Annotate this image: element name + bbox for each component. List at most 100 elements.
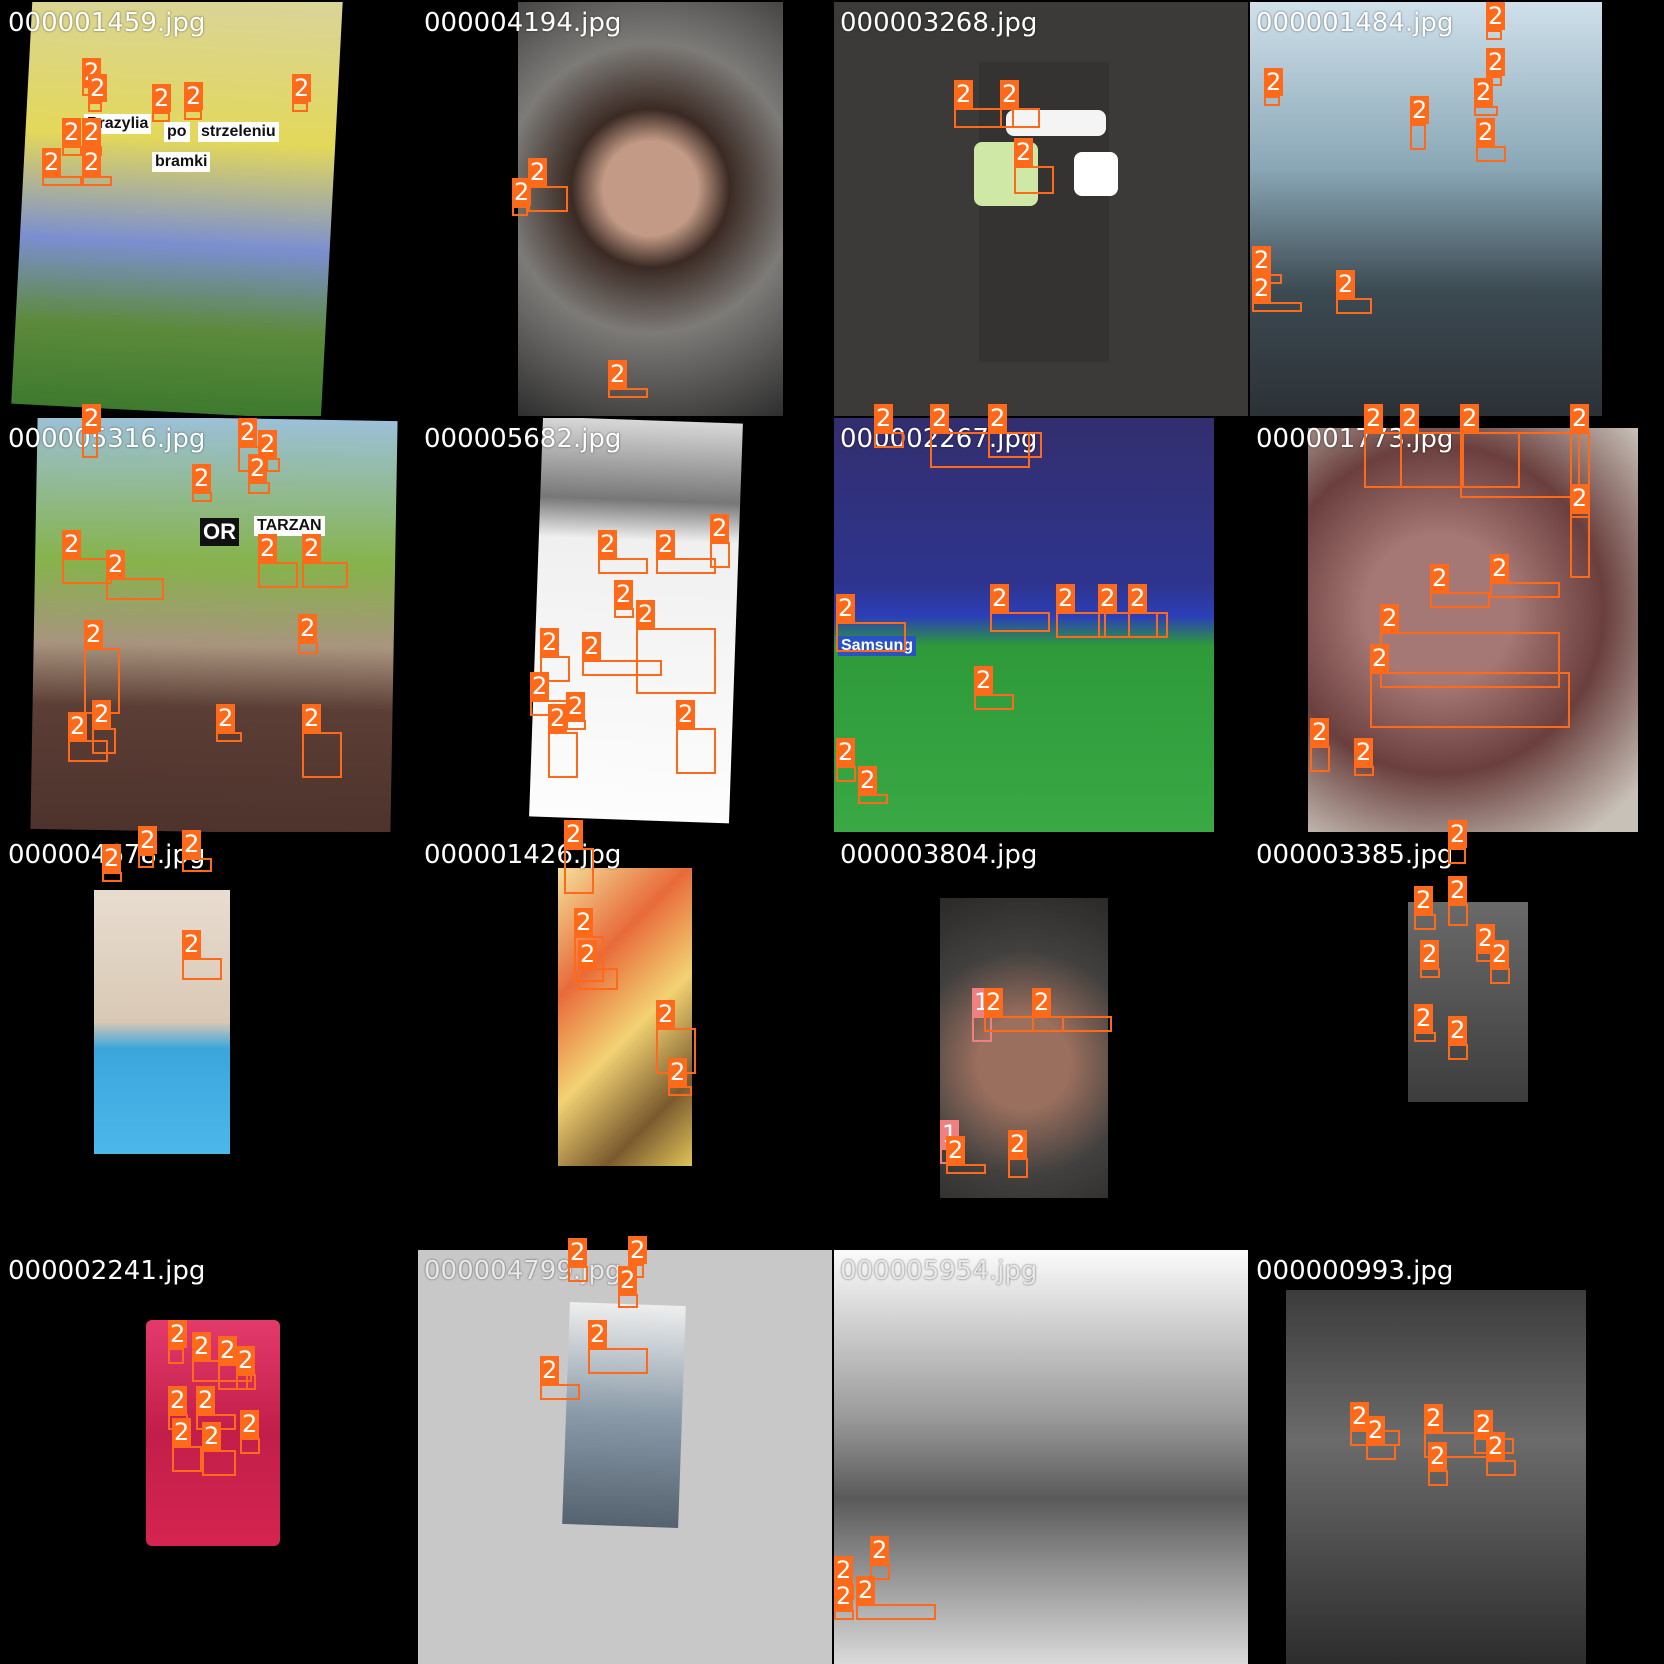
tile-filename: 000003804.jpg (840, 840, 1038, 870)
detection-class-label: 2 (834, 1556, 854, 1584)
detection-box (676, 728, 716, 774)
tile-14: 000004799.jpg (418, 1250, 832, 1664)
tile-filename: 000003268.jpg (840, 8, 1038, 38)
detection-class-label: 2 (574, 908, 594, 936)
detection-box (598, 558, 648, 574)
detection-box (1430, 592, 1490, 608)
detection-box (1428, 1470, 1448, 1486)
tile-6: 000005682.jpg (418, 418, 832, 832)
detection-class-label: 2 (1252, 246, 1272, 274)
detection-class-label: 2 (1098, 584, 1118, 612)
detection-class-label: 2 (1370, 644, 1390, 672)
detection-class-label: 2 (946, 1136, 966, 1164)
detection-class-label: 2 (1008, 1130, 1028, 1158)
detection-box (836, 766, 856, 782)
detection-class-label: 2 (1014, 138, 1034, 166)
detection-class-label: 2 (710, 514, 730, 542)
detection-box (1008, 1158, 1028, 1178)
detection-class-label: 2 (102, 844, 122, 872)
detection-box (62, 558, 112, 584)
detection-box (710, 542, 730, 568)
tile-filename: 000004194.jpg (424, 8, 622, 38)
detection-class-label: 2 (1056, 584, 1076, 612)
detection-class-label: 2 (152, 84, 172, 112)
detection-class-label: 2 (668, 1058, 688, 1086)
detection-box (202, 1450, 236, 1476)
detection-box (1264, 96, 1280, 106)
detection-class-label: 2 (68, 712, 88, 740)
detection-class-label: 2 (1420, 940, 1440, 968)
tile-image (834, 1250, 1248, 1664)
detection-class-label: 2 (1380, 604, 1400, 632)
detection-box (1476, 146, 1506, 162)
detection-box (856, 1604, 936, 1620)
detection-box (1354, 766, 1374, 776)
ocr-text: TARZAN (254, 516, 325, 536)
detection-class-label: 2 (598, 530, 618, 558)
detection-class-label: 2 (618, 1266, 638, 1294)
detection-class-label: 2 (540, 1356, 560, 1384)
detection-box (1414, 1032, 1436, 1042)
detection-class-label: 2 (954, 80, 974, 108)
detection-class-label: 2 (182, 830, 202, 858)
detection-class-label: 2 (628, 1236, 648, 1264)
tile-image (1408, 902, 1528, 1102)
detection-class-label: 2 (258, 534, 278, 562)
detection-box (548, 732, 578, 778)
detection-class-label: 2 (834, 1582, 854, 1610)
detection-box (1410, 124, 1426, 150)
white-square-graphic (1074, 152, 1118, 196)
tile-filename: 000005316.jpg (8, 424, 206, 454)
detection-box (192, 492, 212, 502)
detection-box (1490, 582, 1560, 598)
detection-class-label: 2 (836, 594, 856, 622)
detection-class-label: 2 (218, 1336, 238, 1364)
detection-class-label: 2 (1310, 718, 1330, 746)
ocr-text: strzeleniu (198, 122, 279, 142)
detection-box (1420, 968, 1440, 978)
detection-box (946, 1164, 986, 1174)
detection-class-label: 2 (988, 404, 1008, 432)
detection-box (1000, 108, 1040, 128)
detection-box (42, 176, 82, 186)
detection-class-label: 2 (1430, 564, 1450, 592)
detection-box (608, 388, 648, 398)
detection-class-label: 2 (168, 1386, 188, 1414)
detection-box (258, 562, 298, 588)
detection-class-label: 2 (568, 1238, 588, 1266)
detection-mosaic: 000001459.jpg Brazylia po strzeleniu bra… (0, 0, 1664, 1664)
detection-class-label: 2 (1486, 2, 1506, 30)
detection-class-label: 2 (184, 82, 204, 110)
detection-box (512, 206, 528, 216)
detection-box (1570, 512, 1590, 578)
detection-box (88, 102, 102, 112)
detection-class-label: 2 (298, 614, 318, 642)
detection-box (302, 732, 342, 778)
detection-class-label: 2 (614, 580, 634, 608)
tile-1: 000001459.jpg Brazylia po strzeleniu bra… (2, 2, 416, 416)
tile-image (11, 2, 343, 416)
detection-class-label: 2 (240, 1410, 260, 1438)
detection-class-label: 2 (1474, 78, 1494, 106)
detection-class-label: 2 (588, 1320, 608, 1348)
detection-class-label: 2 (84, 620, 104, 648)
detection-class-label: 2 (870, 1536, 890, 1564)
tile-image (1250, 2, 1602, 416)
detection-box (1032, 1016, 1112, 1032)
ocr-text: bramki (152, 152, 211, 172)
tile-filename: 000005954.jpg (840, 1256, 1038, 1286)
detection-class-label: 2 (1490, 940, 1510, 968)
detection-class-label: 2 (1424, 1404, 1444, 1432)
detection-class-label: 2 (182, 930, 202, 958)
detection-box (106, 578, 164, 600)
detection-box (216, 732, 242, 742)
detection-class-label: 2 (192, 464, 212, 492)
detection-box (182, 958, 222, 980)
detection-box (1252, 302, 1302, 312)
detection-box (582, 660, 662, 676)
tile-filename: 000000993.jpg (1256, 1256, 1454, 1286)
detection-box (618, 1294, 638, 1308)
detection-box (988, 432, 1042, 458)
detection-box (566, 720, 586, 730)
detection-box (528, 186, 568, 212)
